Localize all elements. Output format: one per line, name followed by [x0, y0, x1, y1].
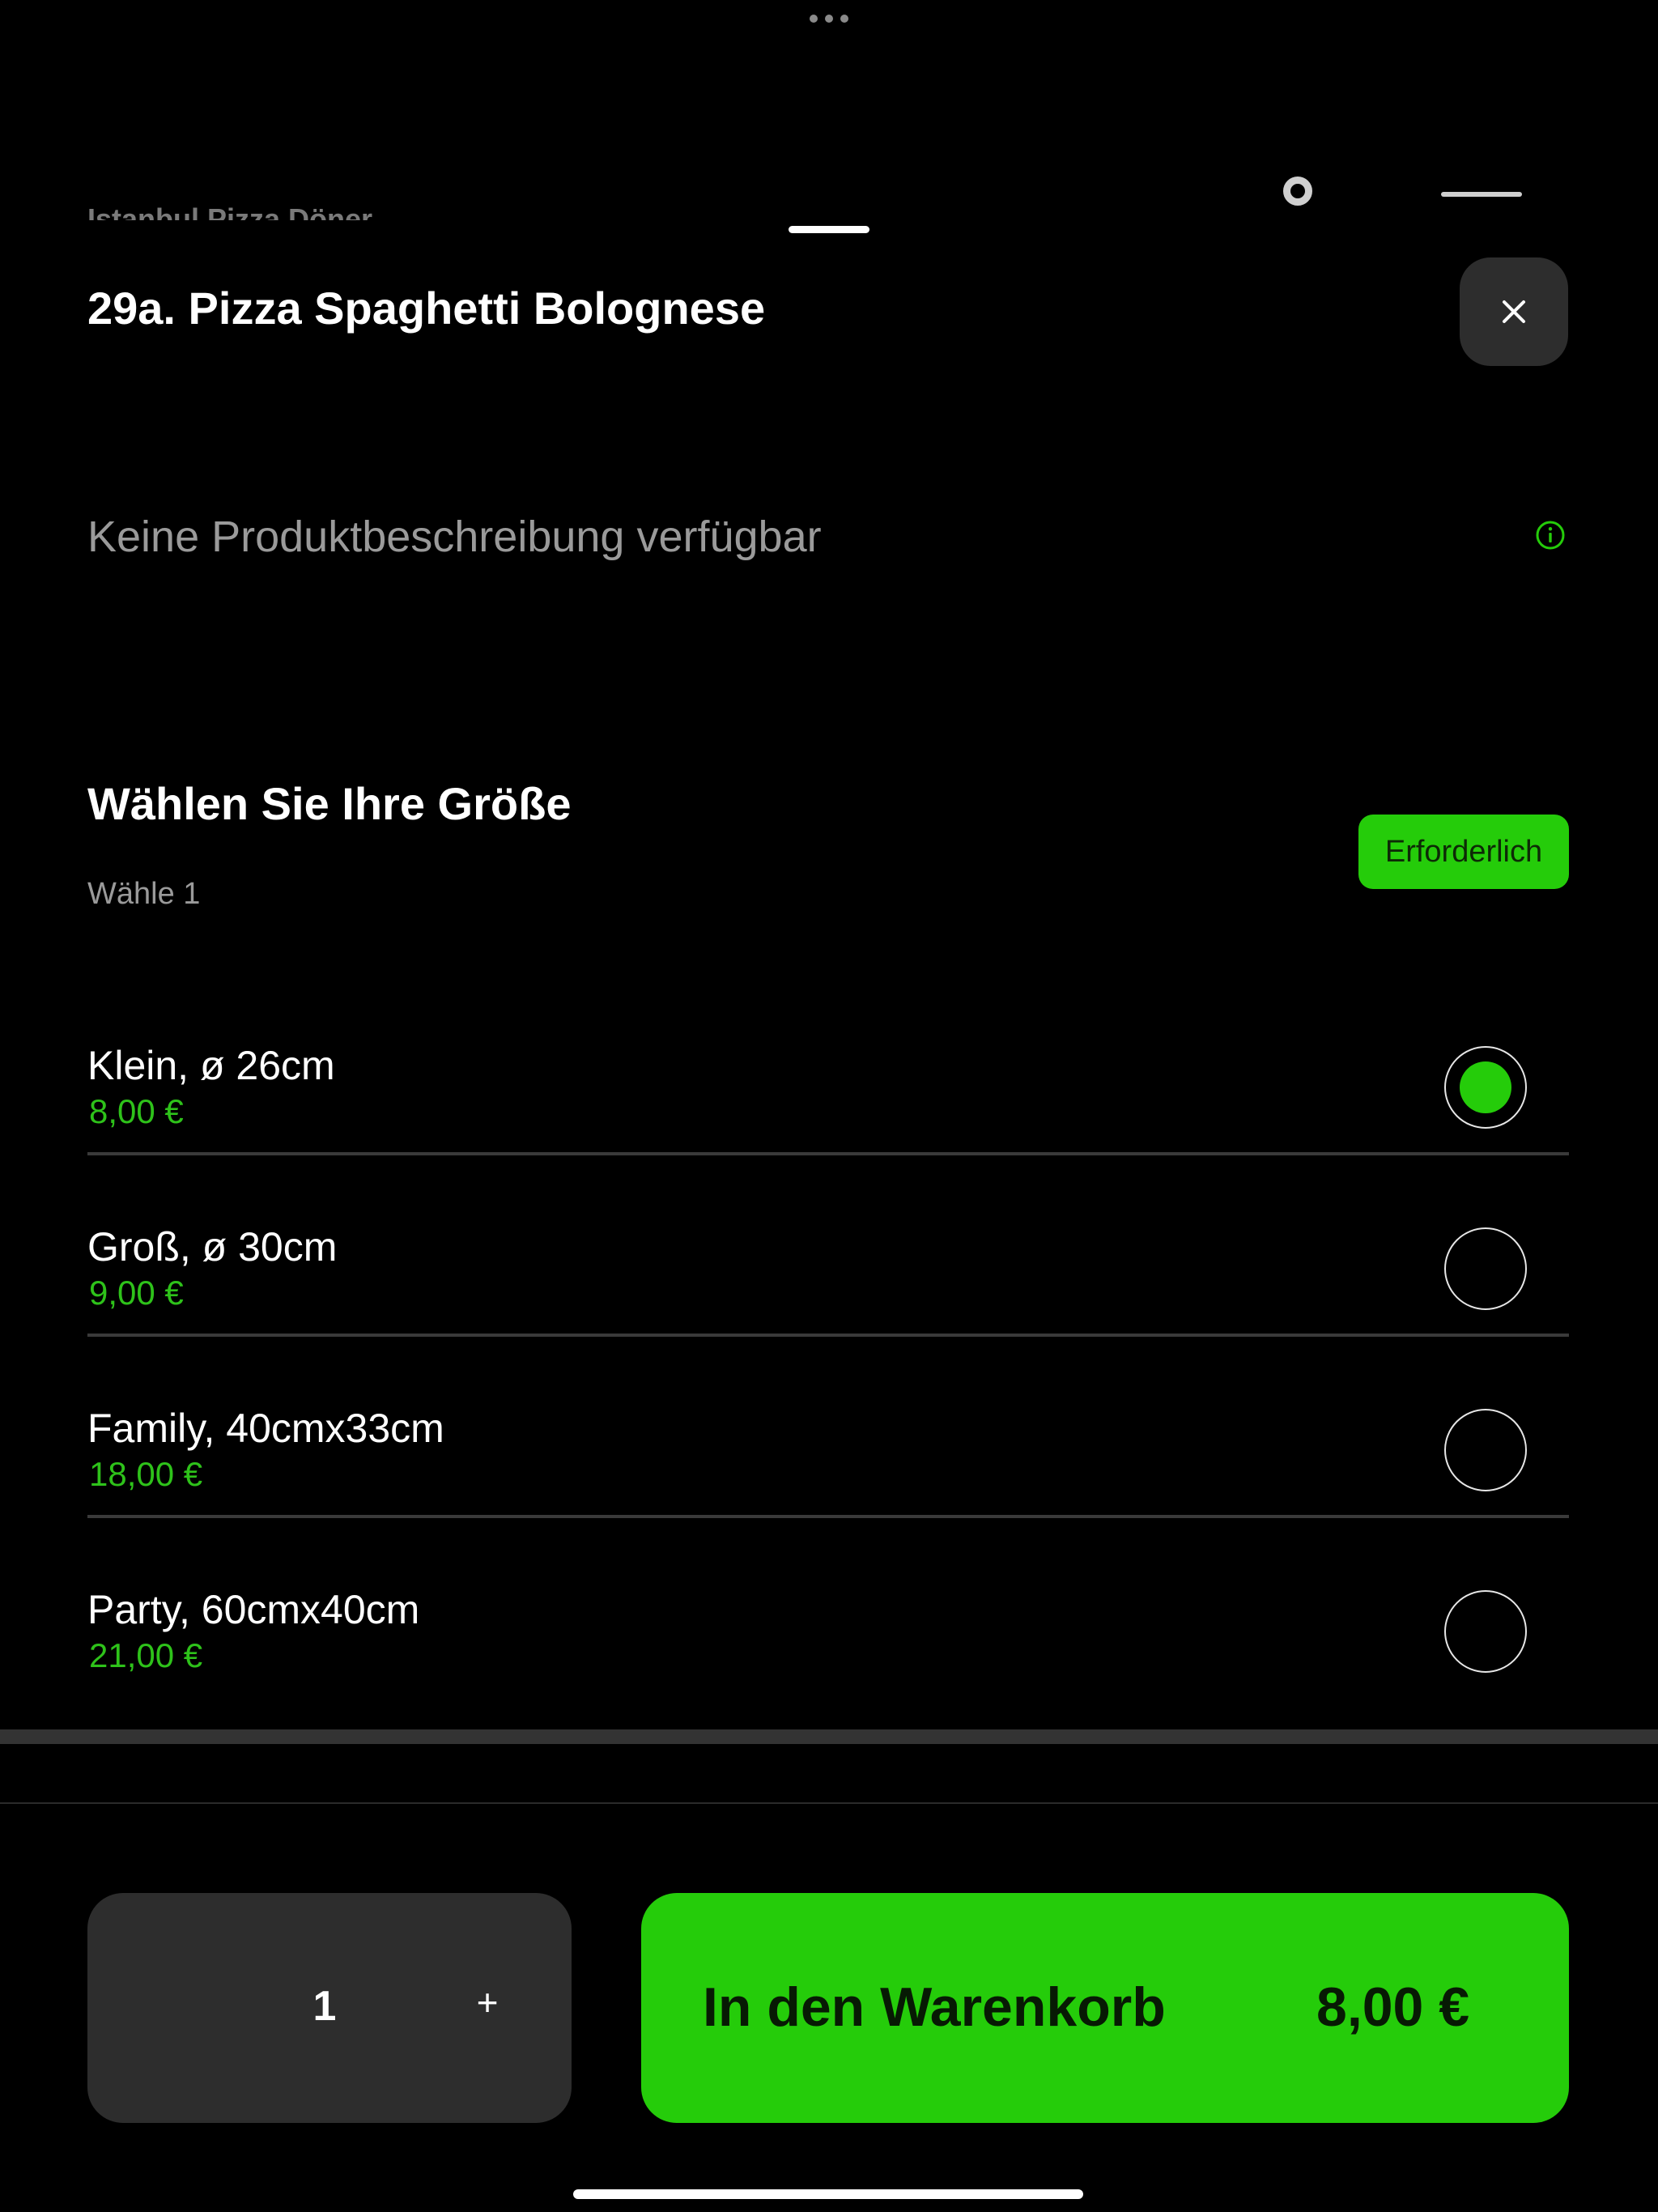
size-section-title: Wählen Sie Ihre Größe [87, 778, 572, 829]
size-option-name: Family, 40cmx33cm [87, 1406, 444, 1451]
add-to-cart-price: 8,00 € [1316, 1976, 1470, 2038]
size-option-family[interactable]: Family, 40cmx33cm 18,00 € [87, 1364, 1569, 1546]
divider [87, 1334, 1569, 1337]
size-option-name: Klein, ø 26cm [87, 1043, 335, 1088]
size-option-price: 8,00 € [89, 1092, 184, 1130]
size-option-name: Groß, ø 30cm [87, 1224, 338, 1270]
radio-button-selected[interactable] [1444, 1046, 1527, 1129]
add-to-cart-label: In den Warenkorb [703, 1976, 1166, 2038]
quantity-value: 1 [312, 1983, 337, 2030]
radio-button[interactable] [1444, 1227, 1527, 1310]
info-icon[interactable] [1535, 520, 1566, 551]
close-icon [1503, 300, 1525, 323]
divider [87, 1515, 1569, 1518]
sheet-grabber[interactable] [789, 226, 869, 233]
size-option-price: 21,00 € [89, 1636, 203, 1674]
radio-button[interactable] [1444, 1409, 1527, 1491]
home-indicator[interactable] [573, 2189, 1083, 2199]
background-app-header: Istanbul Pizza Döner [0, 0, 1658, 220]
ring-icon[interactable] [1283, 177, 1312, 206]
size-option-gross[interactable]: Groß, ø 30cm 9,00 € [87, 1183, 1569, 1364]
product-title: 29a. Pizza Spaghetti Bolognese [87, 283, 766, 334]
restaurant-name: Istanbul Pizza Döner [87, 202, 373, 220]
product-description: Keine Produktbeschreibung verfügbar [87, 513, 822, 561]
size-option-name: Party, 60cmx40cm [87, 1587, 420, 1632]
plus-icon[interactable]: + [470, 1980, 505, 2024]
section-separator [0, 1729, 1658, 1744]
size-option-klein[interactable]: Klein, ø 26cm 8,00 € [87, 1002, 1569, 1183]
size-option-party[interactable]: Party, 60cmx40cm 21,00 € [87, 1546, 1569, 1727]
required-badge: Erforderlich [1358, 815, 1569, 889]
size-option-price: 9,00 € [89, 1274, 184, 1312]
footer-divider [0, 1802, 1658, 1804]
radio-button[interactable] [1444, 1590, 1527, 1673]
size-section-subtitle: Wähle 1 [87, 877, 201, 911]
size-option-price: 18,00 € [89, 1455, 203, 1493]
hamburger-menu-icon[interactable] [1441, 192, 1522, 220]
close-button[interactable] [1460, 257, 1568, 366]
divider [87, 1152, 1569, 1155]
